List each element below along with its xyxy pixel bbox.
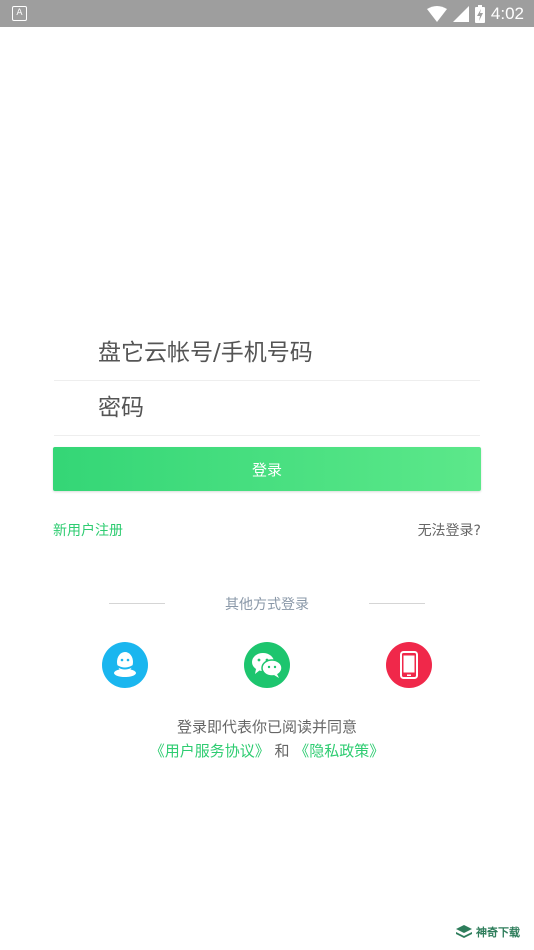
register-link[interactable]: 新用户注册	[53, 520, 123, 540]
agreement-links: 《用户服务协议》 和 《隐私政策》	[0, 740, 534, 761]
qq-login-button[interactable]	[102, 642, 148, 688]
status-time: 4:02	[490, 3, 524, 23]
cannot-login-link[interactable]: 无法登录?	[418, 520, 481, 540]
account-field[interactable]	[54, 325, 480, 381]
battery-charging-icon	[474, 4, 485, 23]
status-bar: A 4:02	[0, 0, 534, 27]
phone-icon	[400, 651, 418, 679]
watermark-text: 神奇下载	[476, 926, 520, 939]
wifi-icon	[426, 5, 447, 22]
login-button[interactable]: 登录	[53, 447, 481, 491]
agreement-text: 登录即代表你已阅读并同意	[176, 718, 357, 736]
account-input[interactable]	[98, 325, 478, 380]
user-agreement-link[interactable]: 《用户服务协议》	[150, 742, 270, 760]
divider-right	[369, 603, 425, 604]
qq-icon	[114, 652, 136, 677]
wechat-icon	[252, 653, 283, 678]
status-icons: 4:02	[426, 0, 524, 27]
password-input[interactable]	[98, 380, 478, 435]
watermark-logo-icon	[456, 925, 472, 938]
phone-login-button[interactable]	[386, 642, 432, 688]
wechat-login-button[interactable]	[244, 642, 290, 688]
privacy-policy-link[interactable]: 《隐私政策》	[294, 742, 384, 760]
agreement-and: 和	[274, 742, 290, 760]
watermark: 神奇下载	[456, 924, 520, 940]
other-login-title: 其他方式登录	[225, 597, 309, 613]
password-field[interactable]	[54, 380, 480, 436]
a-icon: A	[12, 6, 27, 21]
signal-icon	[452, 5, 469, 22]
